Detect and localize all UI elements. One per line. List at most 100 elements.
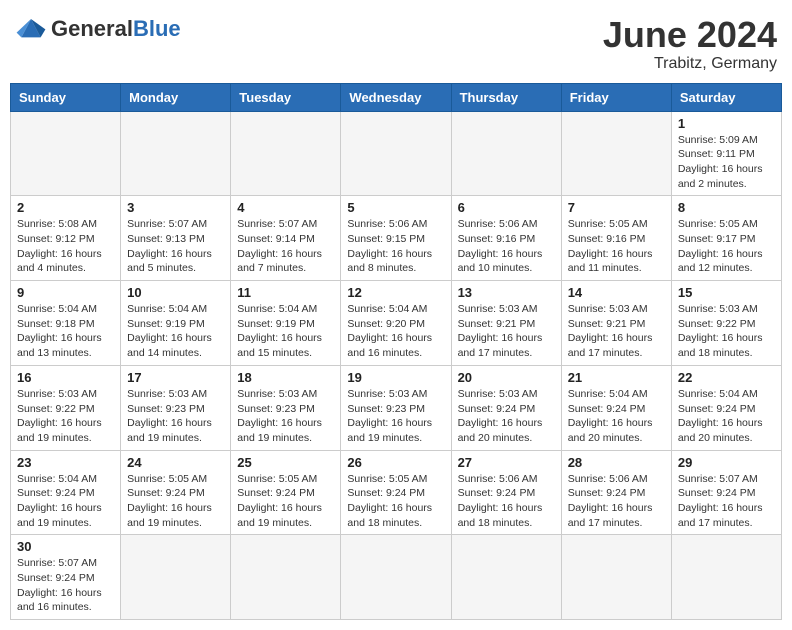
day-number: 7 — [568, 200, 665, 215]
day-number: 1 — [678, 116, 775, 131]
day-number: 12 — [347, 285, 444, 300]
calendar-cell: 1Sunrise: 5:09 AMSunset: 9:11 PMDaylight… — [671, 111, 781, 196]
calendar-cell: 4 Sunrise: 5:07 AMSunset: 9:14 PMDaylight… — [231, 196, 341, 281]
weekday-header: Sunday — [11, 83, 121, 111]
calendar-cell: 6 Sunrise: 5:06 AMSunset: 9:16 PMDaylight… — [451, 196, 561, 281]
day-info: Sunrise: 5:06 AMSunset: 9:15 PMDaylight:… — [347, 217, 444, 276]
day-info: Sunrise: 5:05 AMSunset: 9:17 PMDaylight:… — [678, 217, 775, 276]
weekday-header: Monday — [121, 83, 231, 111]
calendar-cell: 16 Sunrise: 5:03 AMSunset: 9:22 PMDayligh… — [11, 365, 121, 450]
calendar-cell: 2 Sunrise: 5:08 AMSunset: 9:12 PMDaylight… — [11, 196, 121, 281]
day-number: 19 — [347, 370, 444, 385]
day-number: 4 — [237, 200, 334, 215]
day-info: Sunrise: 5:03 AMSunset: 9:21 PMDaylight:… — [568, 302, 665, 361]
calendar-cell — [121, 111, 231, 196]
day-info: Sunrise: 5:04 AMSunset: 9:20 PMDaylight:… — [347, 302, 444, 361]
day-info: Sunrise: 5:03 AMSunset: 9:23 PMDaylight:… — [347, 387, 444, 446]
day-number: 18 — [237, 370, 334, 385]
calendar-cell: 7 Sunrise: 5:05 AMSunset: 9:16 PMDaylight… — [561, 196, 671, 281]
week-row: 2 Sunrise: 5:08 AMSunset: 9:12 PMDaylight… — [11, 196, 782, 281]
calendar-cell: 21Sunrise: 5:04 AMSunset: 9:24 PMDayligh… — [561, 365, 671, 450]
day-number: 10 — [127, 285, 224, 300]
calendar-cell: 12 Sunrise: 5:04 AMSunset: 9:20 PMDayligh… — [341, 281, 451, 366]
week-row: 9 Sunrise: 5:04 AMSunset: 9:18 PMDaylight… — [11, 281, 782, 366]
calendar-cell — [561, 535, 671, 620]
calendar-cell — [561, 111, 671, 196]
day-info: Sunrise: 5:05 AMSunset: 9:16 PMDaylight:… — [568, 217, 665, 276]
day-number: 14 — [568, 285, 665, 300]
week-row: 23 Sunrise: 5:04 AMSunset: 9:24 PMDayligh… — [11, 450, 782, 535]
day-number: 3 — [127, 200, 224, 215]
day-info: Sunrise: 5:04 AMSunset: 9:18 PMDaylight:… — [17, 302, 114, 361]
calendar-cell: 27Sunrise: 5:06 AMSunset: 9:24 PMDayligh… — [451, 450, 561, 535]
day-number: 22 — [678, 370, 775, 385]
weekday-header: Friday — [561, 83, 671, 111]
calendar-cell — [671, 535, 781, 620]
weekday-header-row: SundayMondayTuesdayWednesdayThursdayFrid… — [11, 83, 782, 111]
calendar-cell — [11, 111, 121, 196]
day-info: Sunrise: 5:03 AMSunset: 9:22 PMDaylight:… — [678, 302, 775, 361]
day-number: 23 — [17, 455, 114, 470]
calendar-cell: 23 Sunrise: 5:04 AMSunset: 9:24 PMDayligh… — [11, 450, 121, 535]
calendar-cell: 15 Sunrise: 5:03 AMSunset: 9:22 PMDayligh… — [671, 281, 781, 366]
month-title: June 2024 — [603, 15, 777, 55]
calendar-cell: 29Sunrise: 5:07 AMSunset: 9:24 PMDayligh… — [671, 450, 781, 535]
day-info: Sunrise: 5:04 AMSunset: 9:24 PMDaylight:… — [568, 387, 665, 446]
calendar-cell — [451, 111, 561, 196]
calendar-cell: 5Sunrise: 5:06 AMSunset: 9:15 PMDaylight… — [341, 196, 451, 281]
calendar-table: SundayMondayTuesdayWednesdayThursdayFrid… — [10, 83, 782, 621]
day-number: 17 — [127, 370, 224, 385]
day-number: 28 — [568, 455, 665, 470]
calendar-cell: 18 Sunrise: 5:03 AMSunset: 9:23 PMDayligh… — [231, 365, 341, 450]
day-info: Sunrise: 5:07 AMSunset: 9:14 PMDaylight:… — [237, 217, 334, 276]
calendar-cell: 20Sunrise: 5:03 AMSunset: 9:24 PMDayligh… — [451, 365, 561, 450]
day-info: Sunrise: 5:05 AMSunset: 9:24 PMDaylight:… — [347, 472, 444, 531]
day-number: 16 — [17, 370, 114, 385]
day-info: Sunrise: 5:03 AMSunset: 9:21 PMDaylight:… — [458, 302, 555, 361]
day-info: Sunrise: 5:07 AMSunset: 9:24 PMDaylight:… — [17, 556, 114, 615]
day-info: Sunrise: 5:03 AMSunset: 9:23 PMDaylight:… — [237, 387, 334, 446]
day-number: 15 — [678, 285, 775, 300]
day-number: 29 — [678, 455, 775, 470]
calendar-cell: 9 Sunrise: 5:04 AMSunset: 9:18 PMDaylight… — [11, 281, 121, 366]
logo-text: GeneralBlue — [51, 16, 181, 42]
weekday-header: Thursday — [451, 83, 561, 111]
calendar-cell — [341, 111, 451, 196]
day-info: Sunrise: 5:03 AMSunset: 9:24 PMDaylight:… — [458, 387, 555, 446]
weekday-header: Wednesday — [341, 83, 451, 111]
calendar-cell: 22 Sunrise: 5:04 AMSunset: 9:24 PMDayligh… — [671, 365, 781, 450]
day-number: 26 — [347, 455, 444, 470]
logo-icon — [15, 15, 47, 43]
calendar-cell: 26 Sunrise: 5:05 AMSunset: 9:24 PMDayligh… — [341, 450, 451, 535]
page-header: GeneralBlue June 2024 Trabitz, Germany — [10, 10, 782, 73]
calendar-cell: 3 Sunrise: 5:07 AMSunset: 9:13 PMDaylight… — [121, 196, 231, 281]
day-number: 13 — [458, 285, 555, 300]
day-number: 2 — [17, 200, 114, 215]
calendar-cell: 10Sunrise: 5:04 AMSunset: 9:19 PMDayligh… — [121, 281, 231, 366]
day-number: 11 — [237, 285, 334, 300]
day-info: Sunrise: 5:06 AMSunset: 9:24 PMDaylight:… — [568, 472, 665, 531]
day-info: Sunrise: 5:04 AMSunset: 9:24 PMDaylight:… — [678, 387, 775, 446]
weekday-header: Saturday — [671, 83, 781, 111]
weekday-header: Tuesday — [231, 83, 341, 111]
day-info: Sunrise: 5:05 AMSunset: 9:24 PMDaylight:… — [237, 472, 334, 531]
calendar-cell: 13 Sunrise: 5:03 AMSunset: 9:21 PMDayligh… — [451, 281, 561, 366]
day-info: Sunrise: 5:06 AMSunset: 9:16 PMDaylight:… — [458, 217, 555, 276]
day-number: 9 — [17, 285, 114, 300]
location-subtitle: Trabitz, Germany — [603, 55, 777, 73]
day-info: Sunrise: 5:03 AMSunset: 9:22 PMDaylight:… — [17, 387, 114, 446]
calendar-cell — [341, 535, 451, 620]
day-info: Sunrise: 5:04 AMSunset: 9:24 PMDaylight:… — [17, 472, 114, 531]
week-row: 16 Sunrise: 5:03 AMSunset: 9:22 PMDayligh… — [11, 365, 782, 450]
day-number: 8 — [678, 200, 775, 215]
day-info: Sunrise: 5:08 AMSunset: 9:12 PMDaylight:… — [17, 217, 114, 276]
day-number: 25 — [237, 455, 334, 470]
calendar-cell: 14 Sunrise: 5:03 AMSunset: 9:21 PMDayligh… — [561, 281, 671, 366]
day-info: Sunrise: 5:06 AMSunset: 9:24 PMDaylight:… — [458, 472, 555, 531]
calendar-cell: 28 Sunrise: 5:06 AMSunset: 9:24 PMDayligh… — [561, 450, 671, 535]
week-row: 1Sunrise: 5:09 AMSunset: 9:11 PMDaylight… — [11, 111, 782, 196]
calendar-cell — [231, 535, 341, 620]
day-number: 6 — [458, 200, 555, 215]
day-info: Sunrise: 5:07 AMSunset: 9:13 PMDaylight:… — [127, 217, 224, 276]
logo: GeneralBlue — [15, 15, 181, 43]
